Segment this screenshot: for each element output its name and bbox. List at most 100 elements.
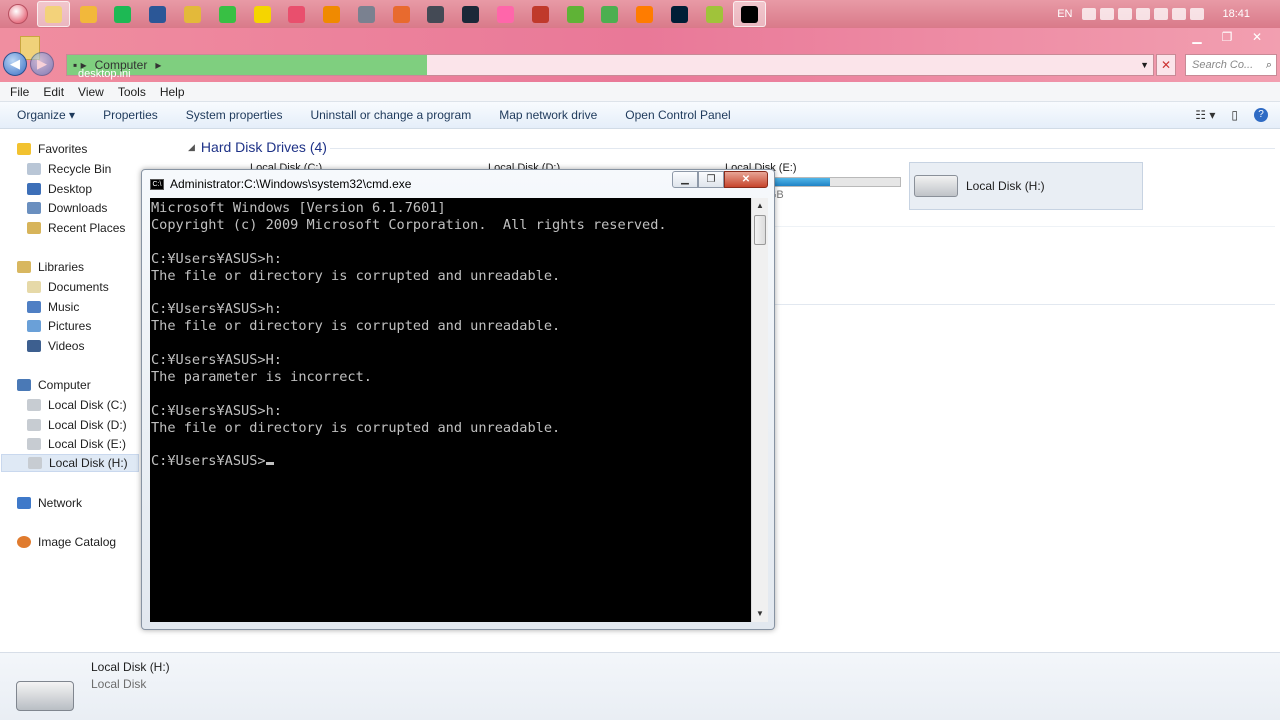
nav-recent-places[interactable]: Recent Places [27,219,125,237]
illustrator-taskbar-icon [636,5,654,23]
address-dropdown-icon[interactable]: ▼ [1140,60,1149,70]
scroll-up-icon[interactable]: ▲ [752,198,768,214]
nav-network[interactable]: Network [17,494,82,512]
maximize-button[interactable]: ❐ [1214,30,1240,44]
network-tray-icon[interactable] [1154,8,1169,20]
nav-desktop[interactable]: Desktop [27,180,92,198]
address-bar[interactable]: ▪ ▸ Computer ▸ ▼ [66,54,1154,76]
forward-button[interactable]: ▶ [30,52,54,76]
chat-taskbar-icon [253,5,271,23]
nav-disk-e[interactable]: Local Disk (E:) [27,435,126,453]
word-taskbar-icon [149,5,167,23]
minimize-button[interactable]: ▁ [1184,30,1210,44]
drive-h-tile[interactable]: Local Disk (H:) [909,162,1143,210]
app3-taskbar-button[interactable] [385,1,418,27]
utorrent-taskbar-icon [566,5,584,23]
details-pane: Local Disk (H:) Local Disk [0,652,1280,720]
nav-libraries[interactable]: Libraries [17,258,84,276]
cmd-icon[interactable]: C:\ [150,178,164,190]
spotify-taskbar-button[interactable] [106,1,139,27]
tool-taskbar-button[interactable] [176,1,209,27]
nav-label: Documents [48,280,109,294]
line-taskbar-button[interactable] [211,1,244,27]
explorer-taskbar-button[interactable] [36,1,70,27]
help-icon[interactable]: ? [1254,108,1268,122]
search-icon[interactable]: ⌕ [1266,59,1272,72]
nav-image-catalog[interactable]: Image Catalog [17,533,116,551]
organize-button[interactable]: Organize ▾ [17,108,75,122]
change-view-icon[interactable]: ☷ ▾ [1195,108,1215,122]
cmd-titlebar[interactable]: C:\ Administrator: C:\Windows\system32\c… [150,177,411,191]
uninstall-program-button[interactable]: Uninstall or change a program [310,108,471,122]
nav-favorites[interactable]: Favorites [17,140,87,158]
system-properties-button[interactable]: System properties [186,108,283,122]
app2-taskbar-button[interactable] [350,1,383,27]
illustrator-taskbar-button[interactable] [628,1,661,27]
nav-label: Desktop [48,182,93,196]
nav-disk-c[interactable]: Local Disk (C:) [27,396,127,414]
vlc-taskbar-button[interactable] [315,1,348,27]
cmd-minimize-button[interactable]: ▁ [672,171,698,188]
nav-music[interactable]: Music [27,298,79,316]
language-indicator[interactable]: EN [1057,8,1072,20]
menu-edit[interactable]: Edit [43,85,64,99]
photoshop-taskbar-button[interactable] [663,1,696,27]
nav-documents[interactable]: Documents [27,278,109,296]
app5-taskbar-button[interactable] [698,1,731,27]
stop-button[interactable]: ✕ [1156,54,1176,76]
osu-taskbar-button[interactable] [489,1,522,27]
nav-recycle-bin[interactable]: Recycle Bin [27,160,111,178]
media-taskbar-button[interactable] [419,1,452,27]
cmd-close-button[interactable]: ✕ [724,171,768,188]
tray-overflow-icon[interactable] [1118,8,1133,20]
menu-bar: File Edit View Tools Help [0,82,1280,102]
keyboard-icon[interactable] [1082,8,1097,20]
help-tray-icon[interactable] [1100,8,1115,20]
cmd-scrollbar[interactable]: ▲ ▼ [751,198,768,622]
chrome-taskbar-button[interactable] [593,1,626,27]
properties-button[interactable]: Properties [103,108,158,122]
signal-icon[interactable] [1190,8,1205,20]
preview-pane-icon[interactable]: ▯ [1231,108,1238,122]
utorrent-taskbar-button[interactable] [559,1,592,27]
divider [775,304,1275,305]
scroll-down-icon[interactable]: ▼ [752,606,768,622]
app4-taskbar-button[interactable] [524,1,557,27]
console-output[interactable]: Microsoft Windows [Version 6.1.7601] Copy… [150,198,751,622]
nav-pictures[interactable]: Pictures [27,317,91,335]
menu-view[interactable]: View [78,85,104,99]
device-icon[interactable] [1136,8,1151,20]
volume-icon[interactable] [1172,8,1187,20]
steam-taskbar-button[interactable] [454,1,487,27]
chat-taskbar-button[interactable] [246,1,279,27]
paint-taskbar-button[interactable] [280,1,313,27]
open-control-panel-button[interactable]: Open Control Panel [625,108,730,122]
search-input[interactable]: Search Co... ⌕ [1185,54,1277,76]
text-cursor [265,462,274,466]
start-button[interactable] [0,0,36,28]
group-title: Hard Disk Drives (4) [200,139,327,155]
nav-downloads[interactable]: Downloads [27,199,107,217]
cmd-maximize-button[interactable]: ❐ [698,171,724,188]
app-taskbar-button[interactable] [72,1,105,27]
collapse-icon[interactable]: ◢ [188,142,195,153]
menu-file[interactable]: File [10,85,29,99]
close-button[interactable]: ✕ [1244,30,1270,44]
clock[interactable]: 18:41 [1222,8,1250,20]
cmd-taskbar-button[interactable] [732,1,766,27]
back-button[interactable]: ◀ [3,52,27,76]
nav-disk-d[interactable]: Local Disk (D:) [27,416,127,434]
menu-tools[interactable]: Tools [118,85,146,99]
group-header[interactable]: ◢ Hard Disk Drives (4) [188,139,327,155]
word-taskbar-button[interactable] [141,1,174,27]
breadcrumb-computer[interactable]: Computer [95,58,148,72]
nav-disk-h[interactable]: Local Disk (H:) [1,454,139,472]
nav-videos[interactable]: Videos [27,337,84,355]
scroll-thumb[interactable] [754,215,766,245]
nav-computer[interactable]: Computer [17,376,91,394]
menu-help[interactable]: Help [160,85,185,99]
chevron-right-icon[interactable]: ▸ [155,58,161,72]
map-network-drive-button[interactable]: Map network drive [499,108,597,122]
cmd-window[interactable]: C:\ Administrator: C:\Windows\system32\c… [141,169,775,630]
